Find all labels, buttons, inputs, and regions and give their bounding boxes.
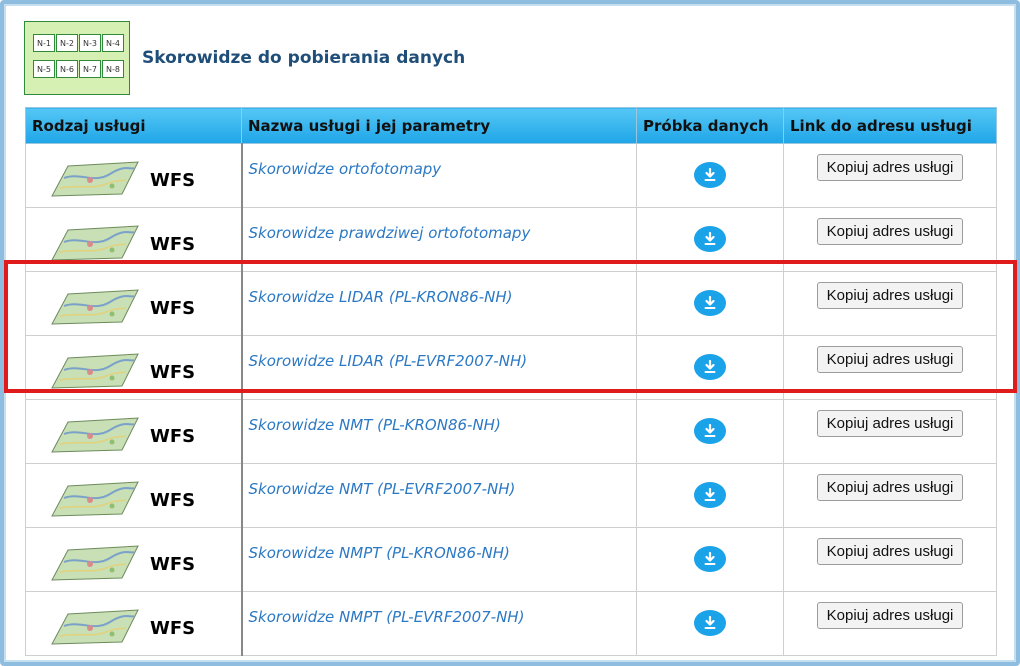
service-type-cell: WFS [25, 207, 243, 272]
column-header-type: Rodzaj usługi [25, 107, 242, 144]
sheet-cell: N-8 [102, 60, 124, 78]
table-header-row: Rodzaj usługi Nazwa usługi i jej paramet… [25, 107, 997, 144]
sheet-cell: N-5 [33, 60, 55, 78]
table-row: WFS Skorowidze NMPT (PL-EVRF2007-NH) Kop… [25, 591, 997, 656]
service-type-cell: WFS [25, 527, 243, 592]
link-cell: Kopiuj adres usługi [783, 143, 997, 208]
download-icon[interactable] [694, 418, 726, 444]
download-icon[interactable] [694, 482, 726, 508]
column-header-link: Link do adresu usługi [783, 107, 997, 144]
service-name-link[interactable]: Skorowidze NMT (PL-KRON86-NH) [249, 416, 637, 434]
column-header-name: Nazwa usługi i jej parametry [241, 107, 637, 144]
table-row: WFS Skorowidze ortofotomapy Kopiuj adres… [25, 143, 997, 208]
service-type-label: WFS [150, 170, 196, 191]
sheet-index-icon: N-1 N-2 N-3 N-4 N-5 N-6 N-7 N-8 [24, 21, 130, 95]
service-type-cell: WFS [25, 591, 243, 656]
copy-address-button[interactable]: Kopiuj adres usługi [816, 410, 964, 437]
sample-cell [636, 591, 784, 656]
link-cell: Kopiuj adres usługi [783, 591, 997, 656]
sample-cell [636, 335, 784, 400]
service-name-cell: Skorowidze LIDAR (PL-EVRF2007-NH) [241, 335, 637, 400]
link-cell: Kopiuj adres usługi [783, 271, 997, 336]
copy-address-button[interactable]: Kopiuj adres usługi [816, 538, 964, 565]
download-icon[interactable] [694, 354, 726, 380]
copy-address-button[interactable]: Kopiuj adres usługi [816, 474, 964, 501]
service-type-cell: WFS [25, 463, 243, 528]
link-cell: Kopiuj adres usługi [783, 207, 997, 272]
service-name-link[interactable]: Skorowidze ortofotomapy [249, 160, 637, 178]
download-icon[interactable] [694, 162, 726, 188]
service-name-link[interactable]: Skorowidze prawdziwej ortofotomapy [249, 224, 637, 242]
sample-cell [636, 399, 784, 464]
map-thumbnail-icon [50, 150, 140, 202]
table-row: WFS Skorowidze prawdziwej ortofotomapy K… [25, 207, 997, 272]
sample-cell [636, 463, 784, 528]
service-type-cell: WFS [25, 271, 243, 336]
sheet-cell: N-3 [79, 34, 101, 52]
page-title: Skorowidze do pobierania danych [142, 48, 466, 68]
sample-cell [636, 143, 784, 208]
map-thumbnail-icon [50, 214, 140, 266]
table-row: WFS Skorowidze LIDAR (PL-EVRF2007-NH) Ko… [25, 335, 997, 400]
page-header: N-1 N-2 N-3 N-4 N-5 N-6 N-7 N-8 Skorowid… [24, 20, 465, 96]
service-name-cell: Skorowidze NMPT (PL-KRON86-NH) [241, 527, 637, 592]
service-name-link[interactable]: Skorowidze LIDAR (PL-EVRF2007-NH) [249, 352, 637, 370]
copy-address-button[interactable]: Kopiuj adres usługi [816, 218, 964, 245]
service-type-label: WFS [150, 554, 196, 575]
service-type-label: WFS [150, 618, 196, 639]
download-icon[interactable] [694, 226, 726, 252]
service-name-link[interactable]: Skorowidze NMPT (PL-KRON86-NH) [249, 544, 637, 562]
table-row: WFS Skorowidze LIDAR (PL-KRON86-NH) Kopi… [25, 271, 997, 336]
service-name-cell: Skorowidze NMT (PL-KRON86-NH) [241, 399, 637, 464]
service-name-link[interactable]: Skorowidze NMPT (PL-EVRF2007-NH) [249, 608, 637, 626]
copy-address-button[interactable]: Kopiuj adres usługi [816, 154, 964, 181]
copy-address-button[interactable]: Kopiuj adres usługi [816, 282, 964, 309]
sheet-cell: N-7 [79, 60, 101, 78]
link-cell: Kopiuj adres usługi [783, 399, 997, 464]
map-thumbnail-icon [50, 534, 140, 586]
service-name-link[interactable]: Skorowidze NMT (PL-EVRF2007-NH) [249, 480, 637, 498]
service-type-label: WFS [150, 426, 196, 447]
link-cell: Kopiuj adres usługi [783, 463, 997, 528]
table-row: WFS Skorowidze NMPT (PL-KRON86-NH) Kopiu… [25, 527, 997, 592]
download-icon[interactable] [694, 610, 726, 636]
service-name-cell: Skorowidze NMPT (PL-EVRF2007-NH) [241, 591, 637, 656]
services-table: Rodzaj usługi Nazwa usługi i jej paramet… [25, 107, 997, 656]
sample-cell [636, 271, 784, 336]
service-name-link[interactable]: Skorowidze LIDAR (PL-KRON86-NH) [249, 288, 637, 306]
sheet-cell: N-1 [33, 34, 55, 52]
copy-address-button[interactable]: Kopiuj adres usługi [816, 602, 964, 629]
table-row: WFS Skorowidze NMT (PL-KRON86-NH) Kopiuj… [25, 399, 997, 464]
link-cell: Kopiuj adres usługi [783, 335, 997, 400]
service-type-cell: WFS [25, 399, 243, 464]
service-name-cell: Skorowidze ortofotomapy [241, 143, 637, 208]
service-type-label: WFS [150, 298, 196, 319]
sheet-cell: N-2 [56, 34, 78, 52]
map-thumbnail-icon [50, 278, 140, 330]
map-thumbnail-icon [50, 598, 140, 650]
link-cell: Kopiuj adres usługi [783, 527, 997, 592]
service-type-label: WFS [150, 234, 196, 255]
map-thumbnail-icon [50, 470, 140, 522]
service-name-cell: Skorowidze prawdziwej ortofotomapy [241, 207, 637, 272]
download-icon[interactable] [694, 290, 726, 316]
sample-cell [636, 207, 784, 272]
service-type-cell: WFS [25, 143, 243, 208]
service-name-cell: Skorowidze NMT (PL-EVRF2007-NH) [241, 463, 637, 528]
sheet-cell: N-6 [56, 60, 78, 78]
service-type-cell: WFS [25, 335, 243, 400]
service-name-cell: Skorowidze LIDAR (PL-KRON86-NH) [241, 271, 637, 336]
map-thumbnail-icon [50, 406, 140, 458]
sample-cell [636, 527, 784, 592]
map-thumbnail-icon [50, 342, 140, 394]
service-type-label: WFS [150, 490, 196, 511]
table-row: WFS Skorowidze NMT (PL-EVRF2007-NH) Kopi… [25, 463, 997, 528]
service-type-label: WFS [150, 362, 196, 383]
copy-address-button[interactable]: Kopiuj adres usługi [816, 346, 964, 373]
sheet-cell: N-4 [102, 34, 124, 52]
download-icon[interactable] [694, 546, 726, 572]
column-header-sample: Próbka danych [636, 107, 784, 144]
